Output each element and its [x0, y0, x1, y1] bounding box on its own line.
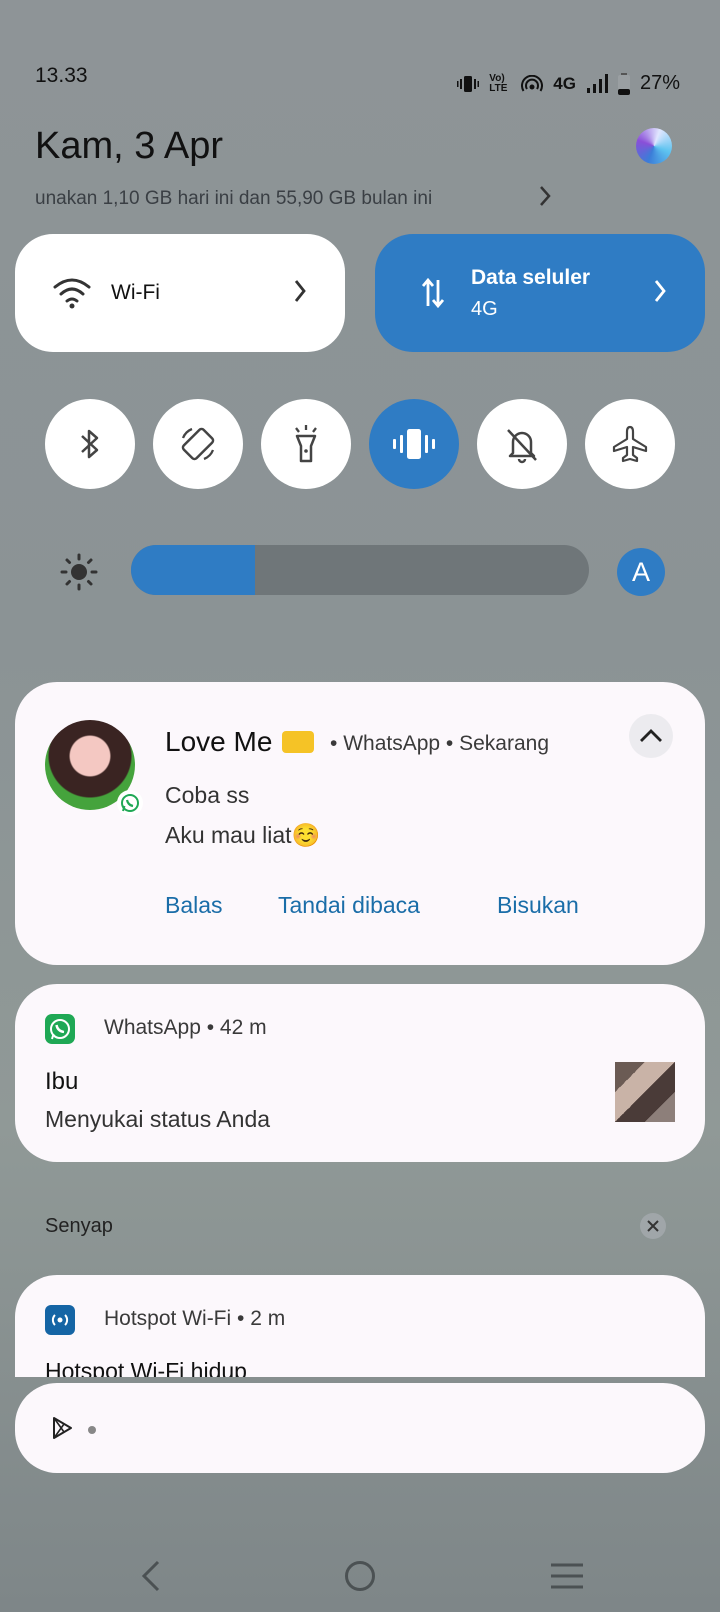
app-name: WhatsApp: [104, 1016, 201, 1039]
bluetooth-toggle[interactable]: [45, 399, 135, 489]
heart-hands-emoji-icon: [282, 731, 315, 753]
chevron-right-icon: [294, 280, 306, 302]
brightness-slider[interactable]: [131, 545, 589, 595]
bell-off-icon: [507, 429, 537, 464]
hotspot-status-icon: [521, 74, 544, 92]
vibrate-toggle[interactable]: [369, 399, 459, 489]
auto-brightness-button[interactable]: A: [617, 548, 665, 596]
whatsapp-badge-icon: [117, 790, 143, 816]
message-line: Aku mau liat☺️: [165, 822, 321, 848]
app-name: WhatsApp: [343, 732, 441, 755]
separator-dot: [88, 1426, 96, 1434]
notification-body: Menyukai status Anda: [45, 1106, 271, 1132]
date-label: Kam, 3 Apr: [35, 125, 223, 167]
notification-title: Hotspot Wi-Fi hidup: [45, 1358, 247, 1377]
mobile-data-sub: 4G: [471, 297, 498, 320]
signal-icon: [586, 73, 608, 93]
vibrate-icon: [393, 429, 435, 459]
app-name: Hotspot Wi-Fi: [104, 1307, 232, 1330]
chevron-right-icon[interactable]: [538, 184, 552, 208]
chevron-right-icon: [654, 280, 666, 302]
data-usage-text[interactable]: unakan 1,10 GB hari ini dan 55,90 GB bul…: [35, 188, 432, 210]
network-type: 4G: [553, 73, 576, 93]
volte-icon: Vo) LTE: [489, 72, 508, 94]
auto-rotate-toggle[interactable]: [153, 399, 243, 489]
mobile-data-label: Data seluler: [471, 265, 591, 289]
notification-meta: WhatsApp • 42 m: [104, 1016, 267, 1039]
wifi-tile[interactable]: Wi-Fi: [15, 234, 345, 352]
notification-time: Sekarang: [459, 732, 550, 755]
message-notification[interactable]: Love Me • WhatsApp • Sekarang Coba ss Ak…: [15, 682, 705, 965]
flashlight-toggle[interactable]: [261, 399, 351, 489]
mark-read-button[interactable]: Tandai dibaca: [278, 892, 420, 919]
chevron-up-icon: [640, 729, 662, 742]
notification-time: 42 m: [219, 1016, 267, 1039]
mobile-data-tile[interactable]: Data seluler 4G: [375, 234, 705, 352]
notification-meta: • WhatsApp • Sekarang: [330, 732, 550, 755]
assistant-icon[interactable]: [636, 128, 672, 164]
home-button-icon[interactable]: [344, 1560, 376, 1592]
status-notification[interactable]: WhatsApp • 42 m Ibu Menyukai status Anda: [15, 984, 705, 1162]
airplane-icon: [612, 425, 648, 463]
airplane-mode-toggle[interactable]: [585, 399, 675, 489]
sender-name: Love Me: [165, 726, 273, 757]
mute-button[interactable]: Bisukan: [497, 892, 579, 919]
notification-meta: Hotspot Wi-Fi • 2 m: [104, 1307, 286, 1330]
flashlight-icon: [295, 425, 317, 463]
wifi-label: Wi-Fi: [111, 281, 160, 304]
collapse-button[interactable]: [629, 714, 673, 758]
message-line: Coba ss: [165, 782, 250, 808]
back-button-icon[interactable]: [140, 1560, 162, 1592]
hotspot-notification[interactable]: Hotspot Wi-Fi • 2 m Hotspot Wi-Fi hidup: [15, 1275, 705, 1377]
clear-silent-button[interactable]: [640, 1213, 666, 1239]
wifi-icon: [53, 278, 91, 309]
whatsapp-icon: [45, 1014, 75, 1044]
play-store-notification[interactable]: [15, 1383, 705, 1473]
rotate-icon: [181, 427, 215, 461]
hotspot-icon: [45, 1305, 75, 1335]
brightness-slider-fill: [131, 545, 255, 595]
battery-icon: [617, 72, 630, 95]
status-time: 13.33: [35, 64, 88, 87]
notification-title: Ibu: [45, 1068, 79, 1095]
menu-button-icon[interactable]: [550, 1562, 584, 1590]
bluetooth-icon: [81, 429, 99, 459]
silent-section-label: Senyap: [45, 1215, 113, 1237]
notification-sender: Love Me: [165, 726, 315, 758]
reply-button[interactable]: Balas: [165, 892, 223, 919]
data-transfer-icon: [421, 277, 445, 309]
play-store-icon: [53, 1417, 72, 1439]
status-thumbnail: [615, 1062, 675, 1122]
brightness-icon: [60, 553, 98, 591]
battery-level: 27%: [639, 72, 680, 94]
do-not-disturb-toggle[interactable]: [477, 399, 567, 489]
vibrate-status-icon: [457, 75, 480, 92]
notification-time: 2 m: [250, 1307, 286, 1330]
status-icons: Vo) LTE 4G 27%: [457, 72, 680, 95]
close-icon: [647, 1220, 659, 1232]
